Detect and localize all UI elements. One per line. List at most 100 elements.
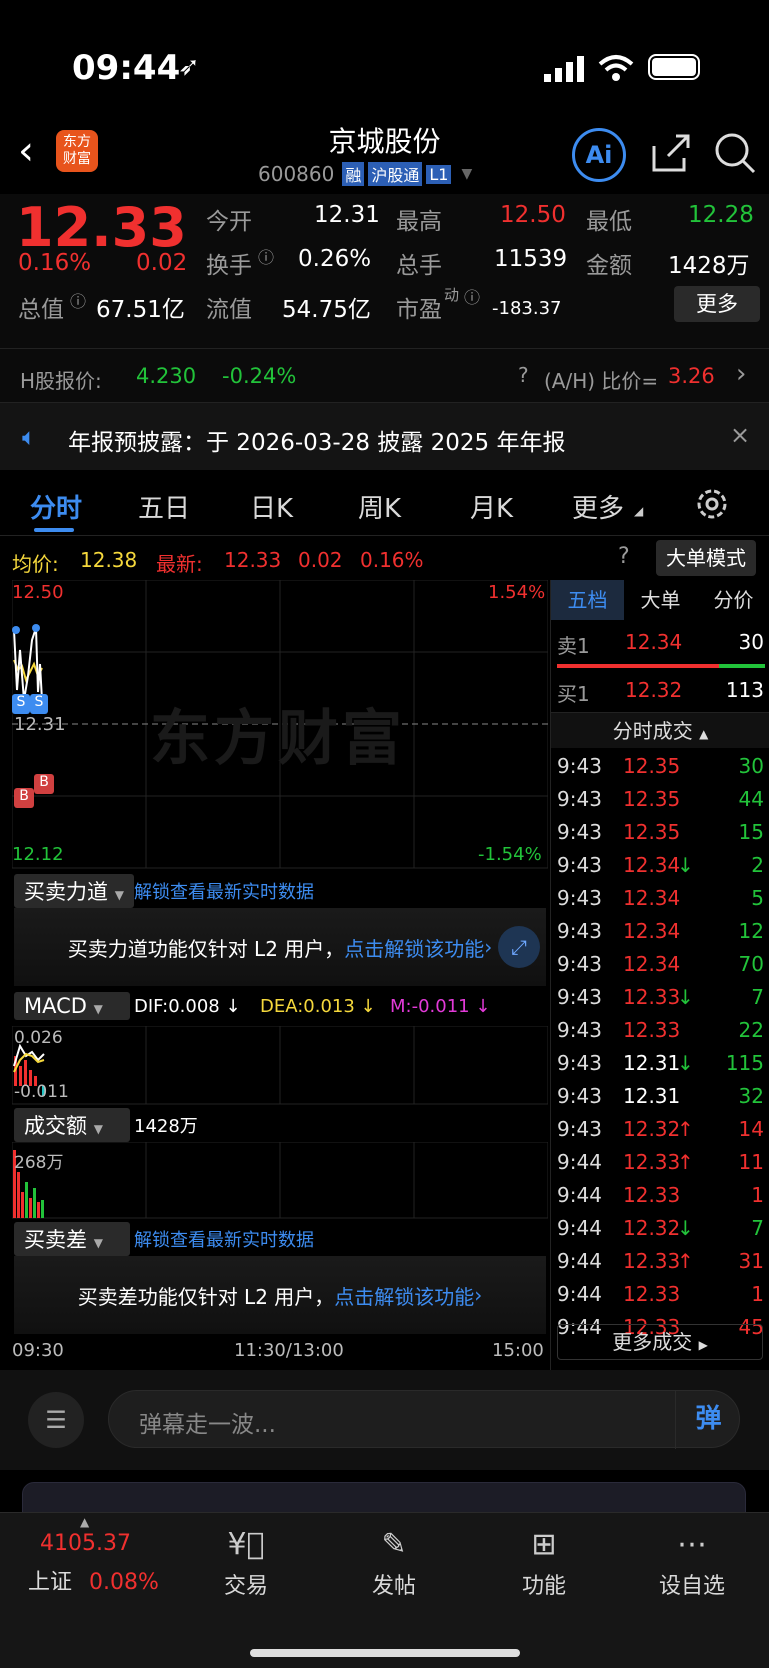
tab-more[interactable]: 更多	[572, 488, 624, 525]
nav-trade[interactable]: ¥⃝ 交易	[186, 1527, 306, 1600]
bottom-nav: ▲ 4105.37 上证 0.08% ¥⃝ 交易 ✎ 发帖 ⊞ 功能 ⋯ 设自选	[0, 1512, 769, 1668]
tab-five-day[interactable]: 五日	[138, 488, 190, 525]
help-icon[interactable]: ?	[518, 363, 529, 387]
badge-connect: 沪股通	[368, 162, 423, 186]
tick-row: 9:43 12.31 ↓ 115	[551, 1049, 769, 1082]
force-unlock-button[interactable]: 点击解锁该功能	[344, 933, 484, 962]
volume-value: 11539	[494, 246, 568, 272]
caret-up-icon: ▲	[699, 727, 709, 741]
side-tab-price-dist[interactable]: 分价	[697, 580, 769, 620]
macd-dea: DEA:0.013 ↓	[260, 996, 376, 1017]
info-icon[interactable]: ⓘ	[258, 244, 274, 268]
sell-marker[interactable]: S	[30, 694, 48, 714]
side-tab-level5[interactable]: 五档	[551, 580, 624, 620]
float-label: 流值	[206, 297, 252, 323]
tick-time: 9:43	[557, 787, 602, 811]
latest-value: 12.33	[224, 548, 282, 572]
side-tab-big-order[interactable]: 大单	[624, 580, 697, 620]
tick-row: 9:44 12.33 1	[551, 1181, 769, 1214]
latest-label: 最新:	[156, 552, 203, 576]
share-icon[interactable]	[650, 132, 692, 174]
ask-row: 卖1 12.34 30	[551, 628, 769, 661]
chevron-right-icon: ›	[484, 935, 493, 959]
help-icon[interactable]: ?	[618, 544, 630, 569]
wifi-icon	[598, 55, 634, 81]
notice-bar[interactable]: 🔈︎ 年报预披露：于 2026-03-28 披露 2025 年年报 ×	[0, 402, 769, 470]
ticks-title[interactable]: 分时成交 ▲	[551, 712, 769, 748]
info-icon[interactable]: ⓘ	[464, 284, 480, 308]
chart-tabs: 分时 五日 日K 周K 月K 更多 ◢	[0, 470, 769, 536]
tick-arrow: ↓	[677, 985, 694, 1009]
diff-unlock-link[interactable]: 解锁查看最新实时数据	[134, 1226, 314, 1252]
caret-right-icon: ▶	[698, 1338, 708, 1352]
nav-index[interactable]: ▲ 4105.37 上证 0.08%	[14, 1513, 174, 1596]
tick-arrow: ↑	[677, 1150, 694, 1174]
tab-daily-k[interactable]: 日K	[250, 488, 293, 525]
tab-more-caret-icon: ◢	[634, 504, 644, 518]
tick-volume: 22	[738, 1018, 764, 1042]
badge-margin: 融	[342, 162, 365, 186]
time-axis-mid: 11:30/13:00	[234, 1340, 344, 1361]
diff-unlock-button[interactable]: 点击解锁该功能	[334, 1281, 474, 1310]
more-button[interactable]: 更多	[674, 286, 760, 322]
more-ticks-button[interactable]: 更多成交 ▶	[557, 1324, 763, 1360]
nav-watchlist-label: 设自选	[658, 1574, 725, 1599]
tab-monthly-k[interactable]: 月K	[470, 488, 513, 525]
intraday-chart[interactable]: 12.50 12.31 12.12 1.54% -1.54% 东方财富 S S …	[0, 580, 550, 1370]
force-selector[interactable]: 买卖力道 ▼	[14, 874, 134, 908]
expand-icon[interactable]: ⤢	[498, 926, 540, 968]
tick-price: 12.35	[623, 754, 681, 778]
tick-volume: 7	[751, 1216, 764, 1240]
buy-marker[interactable]: B	[34, 774, 54, 794]
tick-price: 12.34	[623, 952, 681, 976]
diff-selector[interactable]: 买卖差 ▼	[14, 1222, 130, 1256]
hshare-row[interactable]: H股报价: 4.230 -0.24% ? (A/H) 比价= 3.26 ›	[0, 348, 769, 402]
status-bar: 09:44 ➶	[0, 0, 769, 120]
comment-input[interactable]: 弹幕走一波... 弹	[108, 1390, 741, 1449]
force-unlock-link[interactable]: 解锁查看最新实时数据	[134, 878, 314, 904]
tick-time: 9:44	[557, 1183, 602, 1207]
amount-selector[interactable]: 成交额 ▼	[14, 1108, 130, 1142]
sell-marker[interactable]: S	[12, 694, 30, 714]
stock-meta[interactable]: 600860 融 沪股通 L1 ▼	[258, 162, 472, 186]
nav-watchlist[interactable]: ⋯ 设自选	[632, 1527, 752, 1600]
nav-post-label: 发帖	[371, 1574, 416, 1599]
ask-label: 卖1	[557, 634, 590, 658]
order-panel: 五档 大单 分价 卖1 12.34 30 买1 12.32 113 分时成交 ▲…	[550, 580, 769, 1370]
tab-weekly-k[interactable]: 周K	[358, 488, 401, 525]
tick-arrow: ↑	[677, 1249, 694, 1273]
price-axis-bottom: 12.12	[12, 844, 64, 865]
tick-row: 9:43 12.34 5	[551, 884, 769, 917]
pe-value: -183.37	[492, 298, 562, 319]
comment-placeholder: 弹幕走一波...	[139, 1412, 276, 1438]
danmaku-send-button[interactable]: 弹	[675, 1391, 741, 1449]
open-value: 12.31	[314, 202, 380, 228]
bid-volume: 113	[725, 678, 764, 702]
tick-time: 9:43	[557, 853, 602, 877]
ai-button[interactable]: Ai	[572, 128, 626, 182]
nav-functions[interactable]: ⊞ 功能	[484, 1527, 604, 1600]
rocket-icon: ➶	[178, 52, 200, 82]
chart-info-row: 均价: 12.38 最新: 12.33 0.02 0.16% ? 大单模式	[0, 536, 769, 580]
nav-post[interactable]: ✎ 发帖	[334, 1527, 454, 1600]
danmaku-settings-icon[interactable]: ☰	[28, 1392, 84, 1448]
macd-selector[interactable]: MACD ▼	[14, 992, 130, 1020]
settings-icon[interactable]	[694, 486, 730, 522]
chevron-right-icon: ›	[474, 1283, 483, 1307]
tick-price: 12.31	[623, 1051, 681, 1075]
search-icon[interactable]	[714, 132, 758, 176]
big-order-button[interactable]: 大单模式	[656, 540, 756, 576]
book-ratio-bar	[557, 664, 765, 668]
close-icon[interactable]: ×	[730, 421, 750, 449]
tab-intraday[interactable]: 分时	[30, 488, 82, 525]
tick-arrow: ↓	[677, 1051, 694, 1075]
amount-max: 268万	[14, 1153, 64, 1173]
edit-icon: ✎	[381, 1527, 407, 1562]
amount-panel-value: 1428万	[134, 1116, 198, 1137]
buy-marker[interactable]: B	[14, 788, 34, 808]
ask-volume: 30	[738, 630, 764, 654]
hshare-price: 4.230	[136, 364, 197, 388]
info-icon[interactable]: ⓘ	[70, 288, 86, 312]
price-line	[13, 627, 43, 701]
float-value: 54.75亿	[282, 297, 371, 323]
